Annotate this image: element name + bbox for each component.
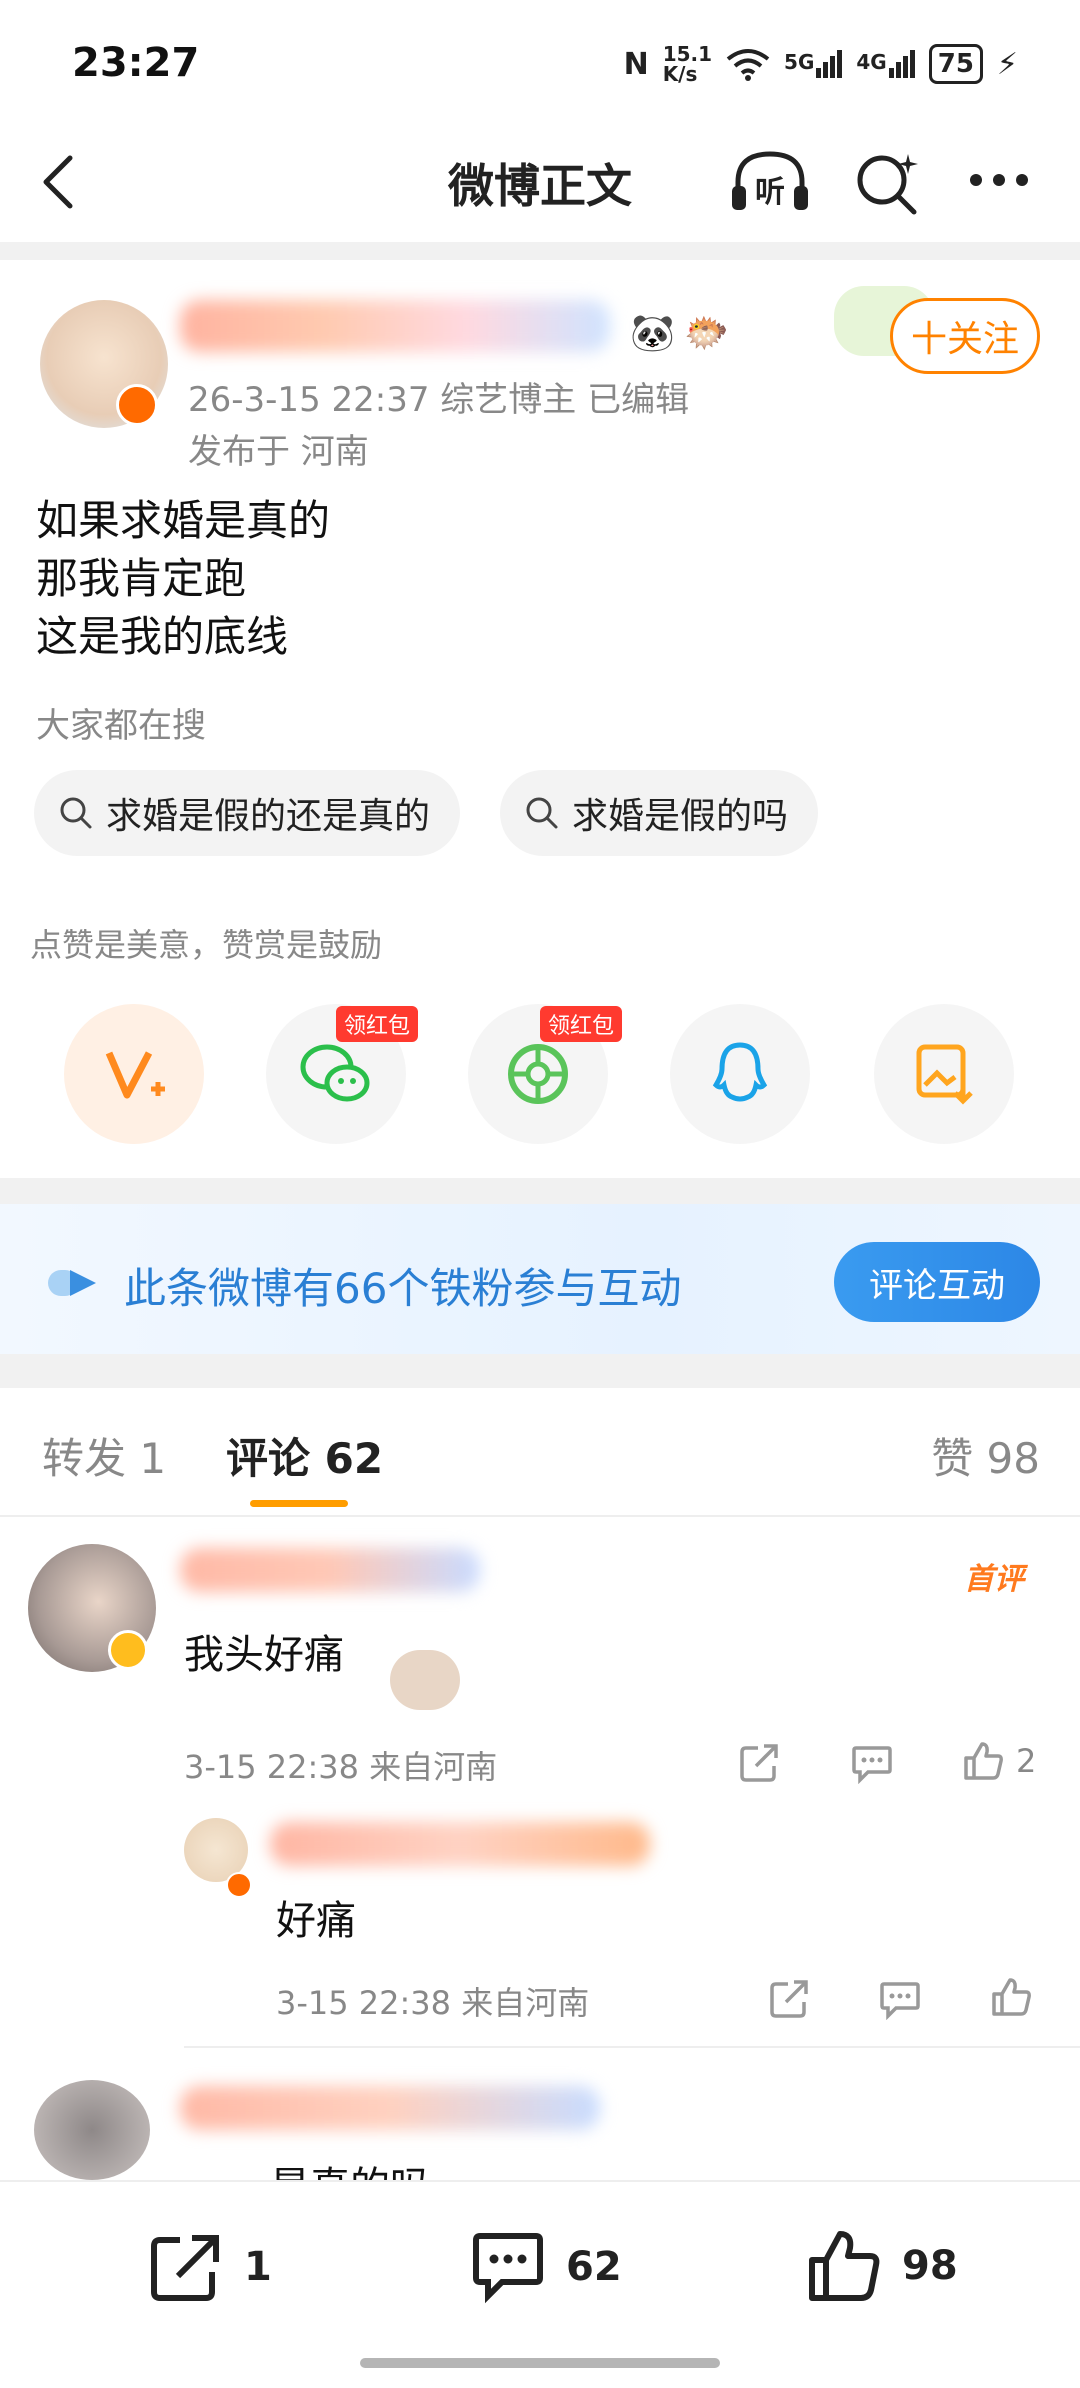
listen-icon[interactable]: 听 xyxy=(728,146,812,216)
reply-time: 3-15 22:38 xyxy=(276,1984,452,2022)
divider xyxy=(184,2046,1080,2048)
thumb-up-icon xyxy=(809,2231,880,2301)
reply-text: 好痛 xyxy=(276,1898,356,1944)
comment-interaction-button[interactable]: 评论互动 xyxy=(834,1242,1040,1322)
fan-interaction-text: 此条微博有66个铁粉参与互动 xyxy=(124,1264,682,1313)
share-icon[interactable] xyxy=(768,1978,812,2020)
comment-icon xyxy=(473,2233,543,2304)
comment-time: 3-15 22:38 xyxy=(184,1748,360,1786)
reply-source: 来自河南 xyxy=(461,1984,590,2022)
thumb-up-icon xyxy=(964,1742,1003,1780)
post-line: 这是我的底线 xyxy=(36,612,289,661)
first-comment-badge: 首评 xyxy=(964,1562,1024,1597)
v-plus-icon xyxy=(105,1051,165,1099)
repost-count: 1 xyxy=(244,2244,272,2290)
net-speed-unit: K/s xyxy=(662,62,698,86)
clock: 23:27 xyxy=(72,40,200,86)
wechat-icon xyxy=(300,1044,370,1102)
search-icon xyxy=(526,797,558,829)
charging-icon: ⚡ xyxy=(996,46,1018,82)
comment-text: 是真的吗 xyxy=(270,2154,430,2180)
comment-source: 来自河南 xyxy=(369,1748,498,1786)
fan-icon xyxy=(48,1270,96,1296)
verified-badge-icon xyxy=(226,1872,252,1898)
commenter-name-blurred[interactable] xyxy=(180,1548,480,1592)
red-packet-badge: 领红包 xyxy=(336,1006,419,1042)
comment-like[interactable]: 2 xyxy=(962,1740,1036,1782)
post-location: 发布于 河南 xyxy=(188,432,369,472)
comment-text: 我头好痛 xyxy=(184,1632,344,1678)
pufferfish-emoji-icon: 🐡 xyxy=(684,313,729,354)
signal-4g-label: 4G xyxy=(856,50,887,74)
status-icons: N 15.1 K/s 5G 4G 75 ⚡ xyxy=(624,44,1018,84)
post-line: 如果求婚是真的 xyxy=(36,496,331,545)
like-button[interactable]: 98 xyxy=(806,2228,958,2304)
thumb-up-icon[interactable] xyxy=(990,1976,1034,2018)
divider xyxy=(0,1354,1080,1388)
share-qq-button[interactable] xyxy=(670,1004,810,1144)
svg-text:听: 听 xyxy=(755,175,785,210)
reply-icon[interactable] xyxy=(878,1978,922,2020)
post-body: 如果求婚是真的 那我肯定跑 这是我的底线 xyxy=(36,492,330,666)
reward-label: 点赞是美意，赞赏是鼓励 xyxy=(30,926,383,964)
divider xyxy=(0,1178,1080,1204)
divider xyxy=(0,1515,1080,1517)
tab-repost[interactable]: 转发 1 xyxy=(42,1425,166,1486)
reply-meta: 3-15 22:38 来自河南 xyxy=(276,1978,589,2024)
trending-search-label: 大家都在搜 xyxy=(36,706,206,746)
comment-button[interactable]: 62 xyxy=(470,2230,622,2304)
comment-count: 62 xyxy=(566,2244,622,2290)
reward-button[interactable] xyxy=(64,1004,204,1144)
comment-meta: 3-15 22:38 来自河南 xyxy=(184,1742,497,1788)
net-speed: 15.1 K/s xyxy=(663,44,712,84)
qq-icon xyxy=(712,1042,768,1102)
reply-icon[interactable] xyxy=(850,1742,894,1784)
panda-emoji-icon: 🐼 xyxy=(630,313,675,354)
post-line: 那我肯定跑 xyxy=(36,554,247,603)
battery-icon: 75 xyxy=(928,44,983,84)
tab-comment[interactable]: 评论 62 xyxy=(226,1425,383,1486)
more-icon[interactable] xyxy=(966,168,1032,192)
share-icon[interactable] xyxy=(738,1742,782,1784)
verified-badge-icon xyxy=(108,1630,148,1670)
nfc-icon: N xyxy=(623,46,649,82)
tab-underline xyxy=(250,1500,348,1507)
commenter-avatar[interactable] xyxy=(34,2080,150,2180)
red-packet-badge: 领红包 xyxy=(540,1006,623,1042)
repost-icon xyxy=(151,2235,219,2301)
wifi-icon xyxy=(726,49,770,81)
search-chip-label: 求婚是假的还是真的 xyxy=(106,796,431,837)
post-meta: 26-3-15 22:37 综艺博主 已编辑 xyxy=(188,380,690,420)
search-icon[interactable] xyxy=(852,148,922,218)
sticker-icon xyxy=(390,1650,460,1710)
search-icon xyxy=(60,797,92,829)
save-image-button[interactable] xyxy=(874,1004,1014,1144)
signal-4g-icon: 4G xyxy=(856,50,915,78)
repost-button[interactable]: 1 xyxy=(148,2230,272,2304)
verified-badge-icon xyxy=(116,384,158,426)
search-chip-label: 求婚是假的吗 xyxy=(572,796,789,837)
like-count: 98 xyxy=(902,2243,958,2289)
home-indicator[interactable] xyxy=(360,2358,720,2368)
follow-button[interactable]: 十关注 xyxy=(890,298,1040,374)
replier-name-blurred[interactable] xyxy=(270,1822,650,1866)
signal-5g-label: 5G xyxy=(784,50,815,74)
commenter-name-blurred[interactable] xyxy=(180,2086,600,2130)
save-image-icon xyxy=(916,1044,973,1105)
signal-5g-icon: 5G xyxy=(784,50,843,78)
divider xyxy=(0,242,1080,260)
search-chip[interactable]: 求婚是假的吗 xyxy=(500,770,819,856)
tab-like[interactable]: 赞 98 xyxy=(931,1425,1040,1486)
net-speed-value: 15.1 xyxy=(662,42,713,66)
moments-icon xyxy=(508,1044,568,1104)
search-chip[interactable]: 求婚是假的还是真的 xyxy=(34,770,461,856)
author-name-blurred[interactable] xyxy=(180,300,610,352)
comment-like-count: 2 xyxy=(1016,1742,1037,1780)
